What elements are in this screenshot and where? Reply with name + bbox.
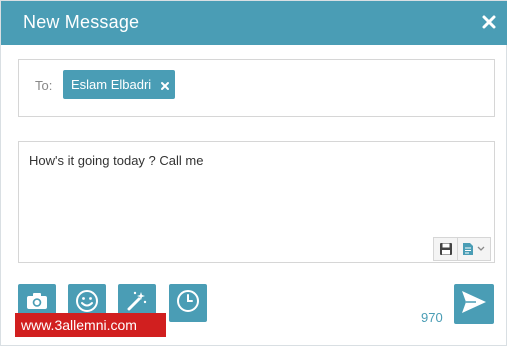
send-icon — [460, 289, 488, 320]
template-icon[interactable] — [458, 238, 490, 260]
save-draft-icon[interactable] — [434, 238, 458, 260]
watermark: www.3allemni.com — [15, 313, 166, 337]
send-button[interactable] — [454, 284, 494, 324]
camera-icon — [25, 291, 49, 316]
message-textarea[interactable]: How's it going today ? Call me — [18, 141, 495, 263]
to-label: To: — [35, 78, 53, 93]
message-text: How's it going today ? Call me — [29, 153, 204, 168]
message-tools — [433, 237, 491, 261]
char-count: 970 — [421, 310, 443, 325]
recipient-name: Eslam Elbadri — [71, 77, 152, 92]
close-icon[interactable] — [480, 13, 498, 31]
remove-icon[interactable] — [159, 73, 171, 90]
dialog-title: New Message — [23, 12, 140, 32]
dialog-header: New Message — [1, 1, 507, 45]
clock-icon — [176, 289, 200, 318]
schedule-button[interactable] — [169, 284, 207, 322]
new-message-dialog: New Message To: Eslam Elbadri How's it g… — [0, 0, 507, 346]
recipient-chip[interactable]: Eslam Elbadri — [63, 70, 176, 99]
recipients-field[interactable]: To: Eslam Elbadri — [18, 59, 495, 117]
